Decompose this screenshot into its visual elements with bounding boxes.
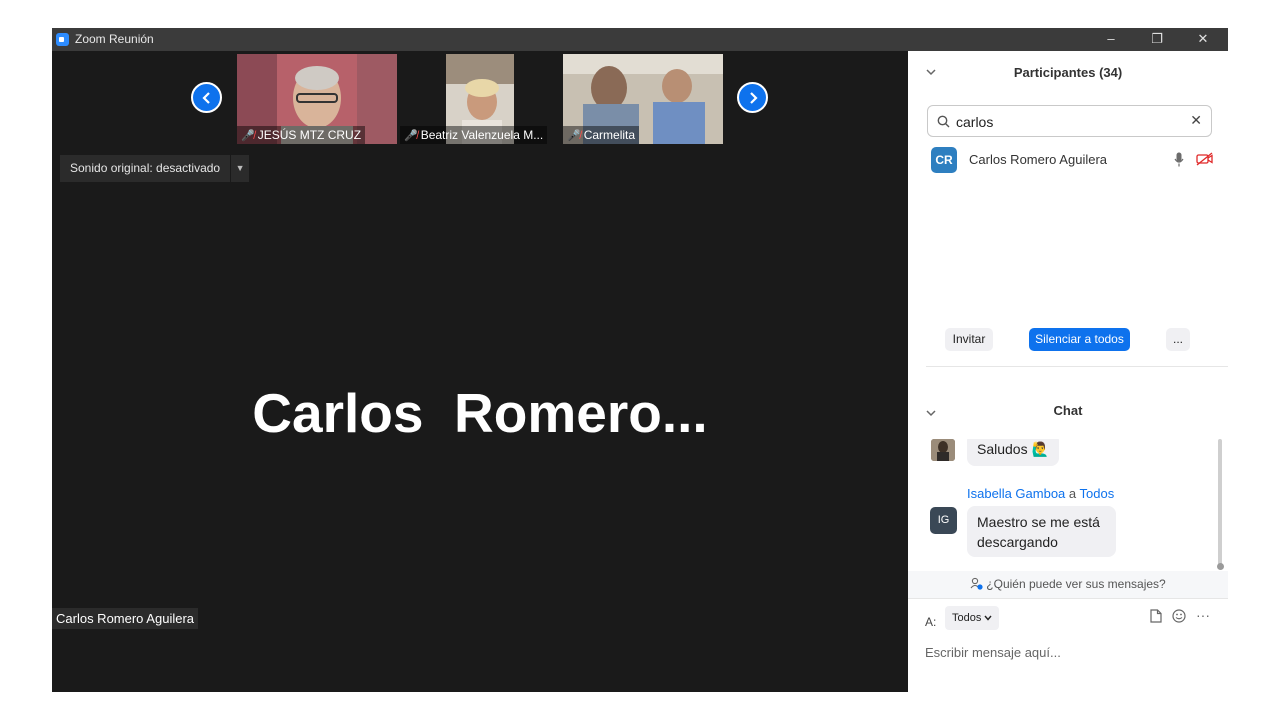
close-button[interactable]: ✕ [1180,28,1226,51]
divider [908,598,1228,599]
participant-thumbnail[interactable]: 🎤̸ Carmelita [563,54,723,144]
participant-name-label: 🎤̸ JESÚS MTZ CRUZ [237,126,366,144]
active-speaker-name: Carlos Romero... [252,382,708,444]
maximize-button[interactable]: ❐ [1134,28,1180,51]
participant-search-input[interactable] [956,112,1176,132]
chat-message: Saludos 🙋‍♂️ [967,439,1059,466]
participants-title: Participantes (34) [1013,65,1123,80]
chat-title: Chat [1053,403,1083,418]
previous-page-button[interactable] [191,82,222,113]
chat-message-input[interactable] [925,641,1215,663]
chat-message: Maestro se me está descargando [967,506,1116,557]
mic-muted-icon: 🎤̸ [241,130,255,142]
invite-button[interactable]: Invitar [945,328,993,351]
video-off-icon[interactable] [1196,152,1214,166]
file-icon[interactable] [1150,609,1162,623]
chevron-right-icon [750,92,758,104]
side-panel: Participantes (34) ✕ CR Carlos Romero Ag… [908,51,1228,692]
chat-scrollbar[interactable] [1218,439,1222,567]
recipient-name[interactable]: Todos [1080,486,1115,501]
recipient-label: A: [925,615,937,629]
user-privacy-icon [970,577,983,590]
minimize-button[interactable]: – [1088,28,1134,51]
message-sender-line: Isabella Gamboa a Todos [967,486,1115,501]
emoji-icon: 🙋‍♂️ [1031,441,1049,457]
video-area: 🎤̸ JESÚS MTZ CRUZ 🎤̸ Beatriz Valenzuela M.… [52,51,908,692]
scroll-thumb[interactable] [1217,563,1224,570]
participant-thumbnail[interactable]: 🎤̸ JESÚS MTZ CRUZ [237,54,397,144]
microphone-icon[interactable] [1174,152,1184,167]
participant-search-box[interactable]: ✕ [927,105,1212,137]
zoom-window: Zoom Reunión – ❐ ✕ 🎤̸ JESÚS MTZ CRUZ 🎤̸ … [52,28,1228,692]
who-can-see-messages-link[interactable]: ¿Quién puede ver sus mensajes? [908,571,1228,598]
chevron-left-icon [202,92,210,104]
participant-list-item[interactable]: CR Carlos Romero Aguilera [908,145,1228,173]
mute-all-button[interactable]: Silenciar a todos [1029,328,1130,351]
avatar [931,439,955,461]
search-icon [937,115,950,128]
next-page-button[interactable] [737,82,768,113]
chevron-down-icon [984,615,992,621]
participant-name-label: 🎤̸ Beatriz Valenzuela M... [400,126,548,144]
chat-message-list[interactable]: Saludos 🙋‍♂️ Isabella Gamboa a Todos IG … [908,439,1228,571]
speaker-name-tag: Carlos Romero Aguilera [52,608,199,629]
more-options-button[interactable]: ... [1166,328,1190,351]
recipient-select[interactable]: Todos [945,606,1000,630]
window-title: Zoom Reunión [75,32,154,46]
mic-muted-icon: 🎤̸ [404,130,418,142]
clear-search-icon[interactable]: ✕ [1190,112,1202,129]
participant-name: Carlos Romero Aguilera [969,152,1108,167]
participant-thumbnail[interactable]: 🎤̸ Beatriz Valenzuela M... [400,54,560,144]
mic-muted-icon: 🎤̸ [567,130,581,142]
sender-name[interactable]: Isabella Gamboa [967,486,1065,501]
title-bar: Zoom Reunión – ❐ ✕ [52,28,1228,51]
avatar: CR [931,147,957,173]
caret-down-icon[interactable]: ▼ [231,155,250,182]
emoji-icon[interactable] [1172,609,1186,623]
participant-name-label: 🎤̸ Carmelita [563,126,640,144]
original-sound-dropdown[interactable]: Sonido original: desactivado ▼ [60,155,250,182]
divider [926,366,1228,367]
zoom-app-icon [56,33,69,46]
more-options-icon[interactable]: ··· [1196,607,1210,623]
avatar: IG [930,507,957,534]
original-sound-label[interactable]: Sonido original: desactivado [60,155,231,182]
